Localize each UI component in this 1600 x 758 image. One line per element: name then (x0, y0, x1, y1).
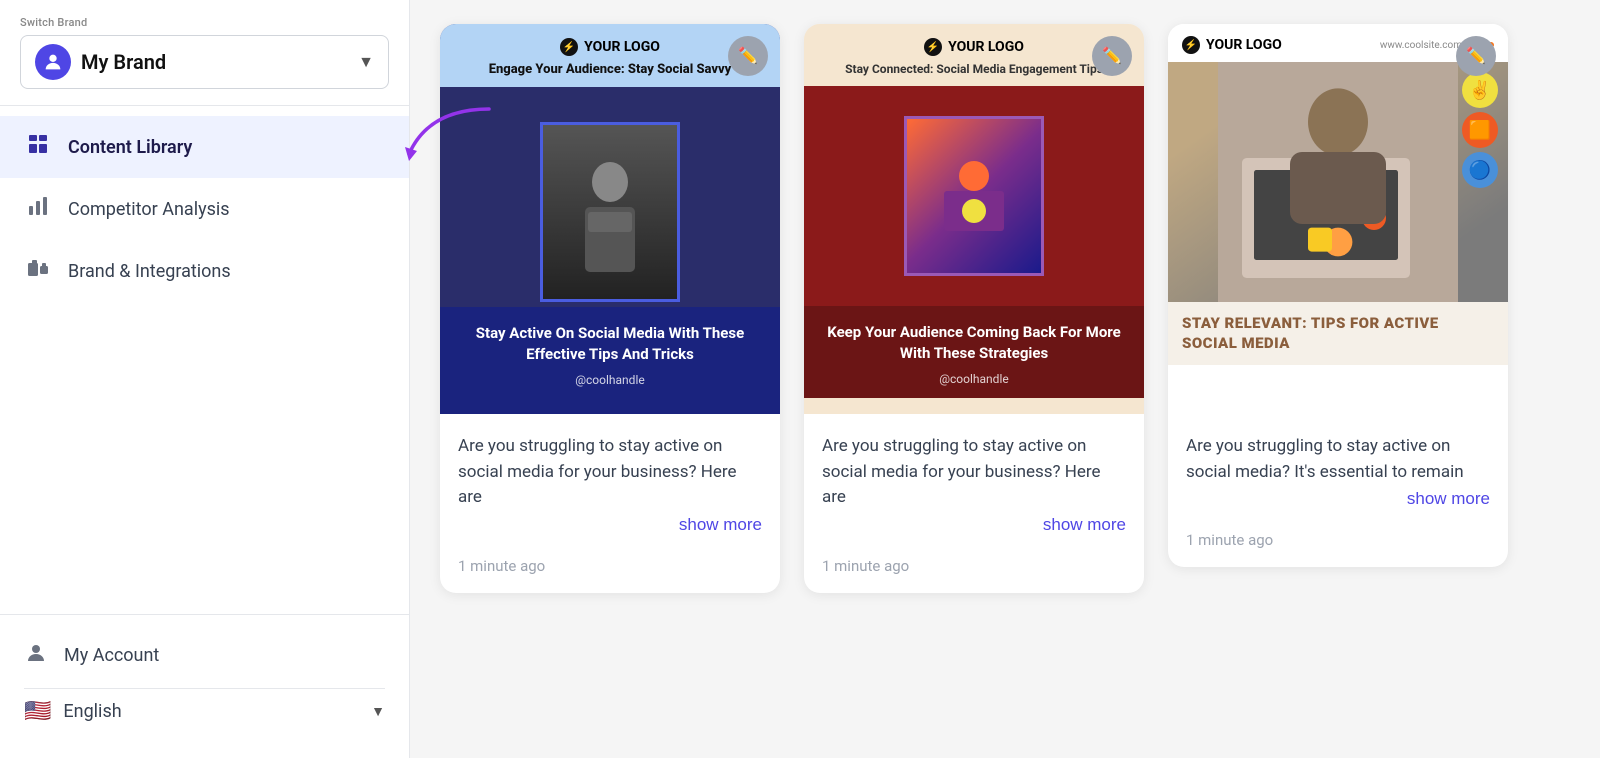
card-2-description: Are you struggling to stay active on soc… (822, 434, 1126, 511)
language-selector[interactable]: 🇺🇸 English ▼ (24, 688, 385, 734)
card-2-image: ⚡ YOUR LOGO Stay Connected: Social Media… (804, 24, 1144, 414)
card-2-bottom: Keep Your Audience Coming Back For More … (804, 306, 1144, 398)
card-1-show-more-button[interactable]: show more (458, 515, 762, 535)
card-1-handle: @coolhandle (452, 373, 768, 387)
card-3-image: ⚡ YOUR LOGO www.coolsite.com (1168, 24, 1508, 414)
sidebar-item-competitor-analysis-label: Competitor Analysis (68, 199, 230, 220)
my-account-label: My Account (64, 645, 159, 666)
brand-select-dropdown[interactable]: My Brand ▼ (20, 35, 389, 89)
card-3-image-container: ✏️ ⚡ YOUR LOGO www.coolsite.com (1168, 24, 1508, 414)
sidebar: Switch Brand My Brand ▼ Co (0, 0, 410, 758)
my-account-item[interactable]: My Account (24, 631, 385, 680)
card-3-logo: ⚡ YOUR LOGO (1182, 36, 1282, 54)
card-3-description: Are you struggling to stay active on soc… (1186, 434, 1490, 485)
switch-brand-label: Switch Brand (20, 16, 389, 29)
card-2-image-container: ✏️ ⚡ YOUR LOGO Stay Connected: Social Me… (804, 24, 1144, 414)
sticker-area: ✌️ 🟧 🔵 (1462, 72, 1498, 188)
sidebar-bottom: My Account 🇺🇸 English ▼ (0, 614, 409, 758)
sidebar-item-competitor-analysis[interactable]: Competitor Analysis (0, 178, 409, 240)
card-1-edit-button[interactable]: ✏️ (728, 36, 768, 76)
content-card-1: ✏️ ⚡ YOUR LOGO Engage Your Audience: Sta… (440, 24, 780, 593)
card-2-text-area: Are you struggling to stay active on soc… (804, 414, 1144, 547)
content-card-2: ✏️ ⚡ YOUR LOGO Stay Connected: Social Me… (804, 24, 1144, 593)
brand-name: My Brand (81, 50, 348, 74)
language-chevron-icon: ▼ (371, 703, 385, 720)
card-3-title: STAY RELEVANT: TIPS FOR ACTIVE SOCIAL ME… (1182, 314, 1494, 353)
card-2-handle: @coolhandle (816, 372, 1132, 386)
card-2-show-more-button[interactable]: show more (822, 515, 1126, 535)
card-3-photo: ✌️ 🟧 🔵 (1168, 62, 1508, 302)
card-2-edit-button[interactable]: ✏️ (1092, 36, 1132, 76)
sidebar-item-content-library[interactable]: Content Library (0, 116, 409, 178)
main-content: ✏️ ⚡ YOUR LOGO Engage Your Audience: Sta… (410, 0, 1600, 758)
card-3-text-area: Are you struggling to stay active on soc… (1168, 414, 1508, 521)
flag-icon: 🇺🇸 (24, 699, 51, 724)
chevron-down-icon: ▼ (358, 52, 374, 72)
card-2-photo (804, 86, 1144, 306)
card-1-logo: ⚡ YOUR LOGO (560, 38, 660, 56)
card-1-image: ⚡ YOUR LOGO Engage Your Audience: Stay S… (440, 24, 780, 414)
brand-switcher: Switch Brand My Brand ▼ (0, 0, 409, 106)
brand-integrations-icon (24, 256, 52, 286)
language-label: English (63, 701, 359, 722)
sidebar-item-brand-integrations[interactable]: Brand & Integrations (0, 240, 409, 302)
card-3-edit-button[interactable]: ✏️ (1456, 36, 1496, 76)
nav-items: Content Library Competitor Analysis (0, 106, 409, 614)
card-1-main-text: Stay Active On Social Media With These E… (452, 323, 768, 365)
card-3-timestamp: 1 minute ago (1168, 521, 1508, 567)
card-1-image-container: ✏️ ⚡ YOUR LOGO Engage Your Audience: Sta… (440, 24, 780, 414)
card-2-logo: ⚡ YOUR LOGO (924, 38, 1024, 56)
card-1-person-photo (540, 122, 680, 302)
card-1-photo (440, 87, 780, 307)
card-3-bottom: STAY RELEVANT: TIPS FOR ACTIVE SOCIAL ME… (1168, 302, 1508, 365)
card-3-url: www.coolsite.com (1380, 40, 1462, 51)
card-2-timestamp: 1 minute ago (804, 547, 1144, 593)
account-icon (24, 641, 48, 670)
card-1-description: Are you struggling to stay active on soc… (458, 434, 762, 511)
card-2-tagline: Stay Connected: Social Media Engagement … (845, 62, 1103, 78)
competitor-analysis-icon (24, 194, 52, 224)
card-1-timestamp: 1 minute ago (440, 547, 780, 593)
card-2-main-text: Keep Your Audience Coming Back For More … (816, 322, 1132, 364)
content-card-3: ✏️ ⚡ YOUR LOGO www.coolsite.com (1168, 24, 1508, 567)
sidebar-item-brand-integrations-label: Brand & Integrations (68, 261, 231, 282)
card-1-tagline: Engage Your Audience: Stay Social Savvy (489, 62, 732, 77)
card-2-colorful-photo (904, 116, 1044, 276)
content-library-icon (24, 132, 52, 162)
card-3-show-more-button[interactable]: show more (1186, 489, 1490, 509)
card-1-text-area: Are you struggling to stay active on soc… (440, 414, 780, 547)
brand-avatar (35, 44, 71, 80)
sidebar-item-content-library-label: Content Library (68, 137, 192, 158)
card-3-photo-inner: ✌️ 🟧 🔵 (1168, 62, 1508, 302)
card-1-bottom: Stay Active On Social Media With These E… (440, 307, 780, 399)
